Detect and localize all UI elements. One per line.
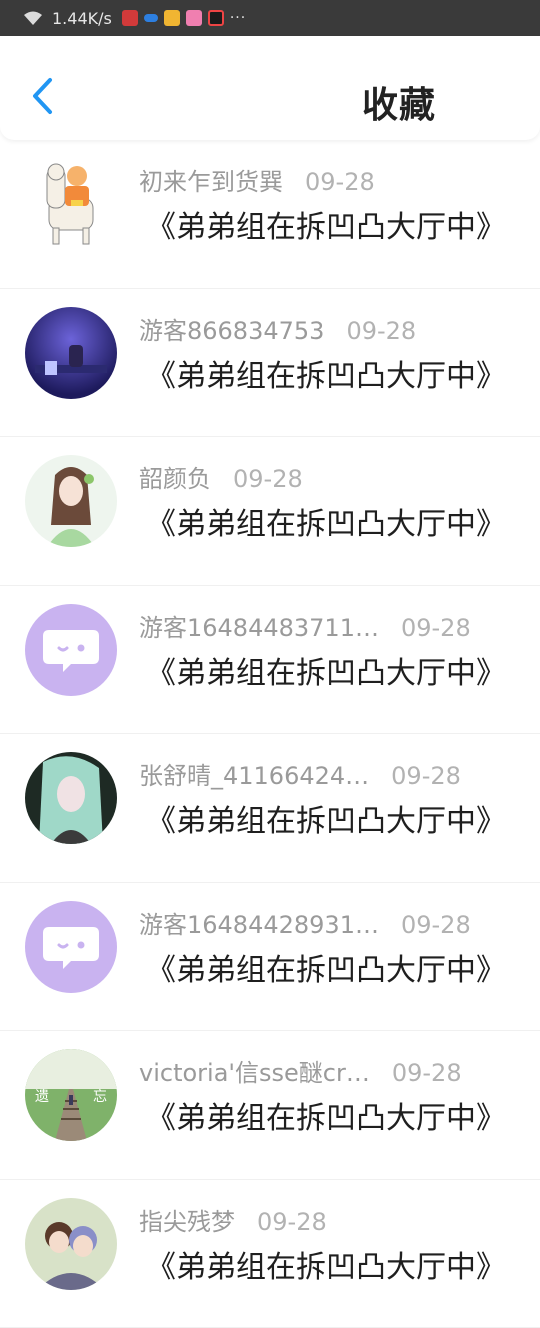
avatar[interactable] [25,1198,117,1290]
chevron-left-icon[interactable] [28,76,56,116]
book-title[interactable]: 《弟弟组在拆凹凸大厅中》 [146,499,506,543]
list-item[interactable]: 游客16484428931… 09-28 《弟弟组在拆凹凸大厅中》 [0,883,540,1032]
book-title[interactable]: 《弟弟组在拆凹凸大厅中》 [146,202,506,246]
book-title[interactable]: 《弟弟组在拆凹凸大厅中》 [146,945,506,989]
user-name[interactable]: 初来乍到货巽 [139,162,283,197]
item-date: 09-28 [392,1059,462,1087]
item-meta: 韶颜负 09-28 [139,459,303,494]
item-meta: 游客16484428931… 09-28 [139,905,471,940]
list-item[interactable]: 游客16484483711… 09-28 《弟弟组在拆凹凸大厅中》 [0,586,540,735]
item-meta: 张舒晴_41166424… 09-28 [139,756,461,791]
user-name[interactable]: 指尖残梦 [139,1202,235,1237]
avatar[interactable] [25,158,117,250]
list-item[interactable]: 初来乍到货巽 09-28 《弟弟组在拆凹凸大厅中》 [0,140,540,289]
avatar[interactable] [25,455,117,547]
book-title[interactable]: 《弟弟组在拆凹凸大厅中》 [146,796,506,840]
app-header: 收藏 [0,36,540,140]
user-name[interactable]: 游客16484428931… [139,905,379,940]
item-meta: 游客866834753 09-28 [139,311,416,346]
item-date: 09-28 [257,1208,327,1236]
item-date: 09-28 [391,762,461,790]
avatar[interactable]: 遗 忘 [25,1049,117,1141]
railway-char-2: 忘 [93,1089,107,1105]
list-item[interactable]: 指尖残梦 09-28 《弟弟组在拆凹凸大厅中》 [0,1180,540,1328]
user-name[interactable]: victoria'信sse醚cr… [139,1053,370,1088]
item-meta: 初来乍到货巽 09-28 [139,162,375,197]
shop-icon [186,10,202,26]
user-name[interactable]: 游客866834753 [139,311,324,346]
item-date: 09-28 [346,317,416,345]
mic-icon [122,10,138,26]
status-bar: 1.44K/s ··· [0,0,540,36]
railway-char-1: 遗 [35,1089,49,1105]
list-item[interactable]: 遗 忘 victoria'信sse醚cr… 09-28 《弟弟组在拆凹凸大厅中》 [0,1031,540,1180]
book-title[interactable]: 《弟弟组在拆凹凸大厅中》 [146,648,506,692]
book-title[interactable]: 《弟弟组在拆凹凸大厅中》 [146,1093,506,1137]
avatar[interactable] [25,901,117,993]
network-speed: 1.44K/s [52,9,112,28]
user-name[interactable]: 韶颜负 [139,459,211,494]
item-meta: 游客16484483711… 09-28 [139,608,471,643]
app-icon [164,10,180,26]
video-icon [208,10,224,26]
user-name[interactable]: 张舒晴_41166424… [139,756,369,791]
avatar[interactable] [25,307,117,399]
item-date: 09-28 [233,465,303,493]
cloud-icon [144,14,158,22]
item-date: 09-28 [305,168,375,196]
book-title[interactable]: 《弟弟组在拆凹凸大厅中》 [146,351,506,395]
list-item[interactable]: 张舒晴_41166424… 09-28 《弟弟组在拆凹凸大厅中》 [0,734,540,883]
book-title[interactable]: 《弟弟组在拆凹凸大厅中》 [146,1242,506,1286]
item-date: 09-28 [401,614,471,642]
item-meta: victoria'信sse醚cr… 09-28 [139,1053,462,1088]
avatar[interactable] [25,752,117,844]
list-item[interactable]: 韶颜负 09-28 《弟弟组在拆凹凸大厅中》 [0,437,540,586]
favorites-list: 初来乍到货巽 09-28 《弟弟组在拆凹凸大厅中》 游客866834753 [0,140,540,1328]
wifi-icon [22,10,44,26]
list-item[interactable]: 游客866834753 09-28 《弟弟组在拆凹凸大厅中》 [0,289,540,438]
avatar[interactable] [25,604,117,696]
page-title: 收藏 [362,76,436,128]
user-name[interactable]: 游客16484483711… [139,608,379,643]
more-icon: ··· [230,10,246,26]
item-meta: 指尖残梦 09-28 [139,1202,327,1237]
item-date: 09-28 [401,911,471,939]
